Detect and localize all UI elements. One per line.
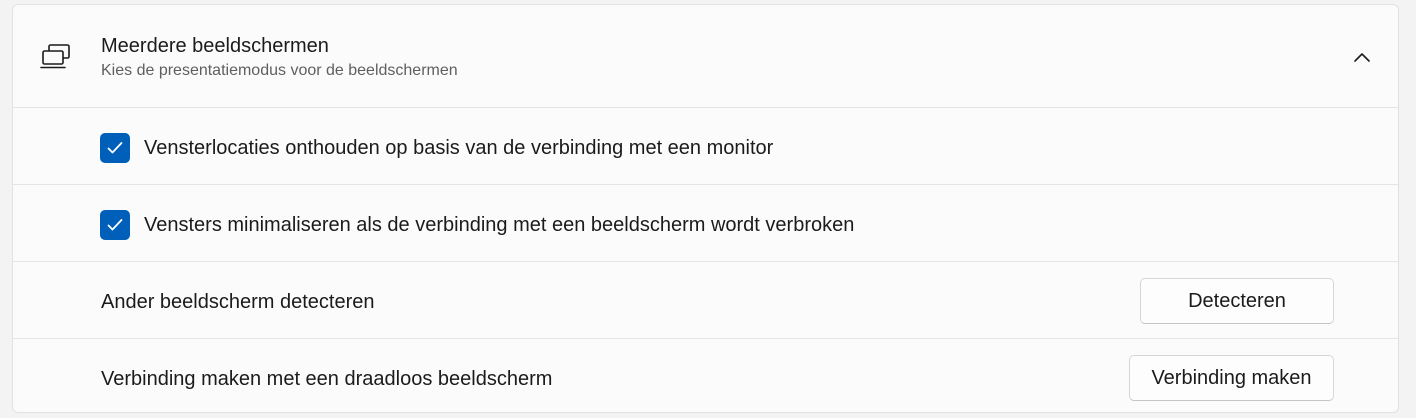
wireless-display-label: Verbinding maken met een draadloos beeld… xyxy=(101,368,553,390)
detect-display-label: Ander beeldscherm detecteren xyxy=(101,291,375,313)
wireless-display-row: Verbinding maken met een draadloos beeld… xyxy=(13,338,1398,412)
chevron-up-icon[interactable] xyxy=(1352,47,1372,67)
detect-button[interactable]: Detecteren xyxy=(1140,278,1334,324)
connect-button[interactable]: Verbinding maken xyxy=(1129,355,1334,401)
minimize-windows-checkbox[interactable] xyxy=(100,210,130,240)
minimize-windows-label[interactable]: Vensters minimaliseren als de verbinding… xyxy=(144,214,854,237)
section-title: Meerdere beeldschermen xyxy=(101,35,329,57)
remember-window-locations-label[interactable]: Vensterlocaties onthouden op basis van d… xyxy=(144,137,773,160)
remember-window-locations-row: Vensterlocaties onthouden op basis van d… xyxy=(13,107,1398,184)
minimize-windows-row: Vensters minimaliseren als de verbinding… xyxy=(13,184,1398,261)
multiple-displays-card: Meerdere beeldschermen Kies de presentat… xyxy=(12,4,1399,413)
remember-window-locations-checkbox[interactable] xyxy=(100,133,130,163)
multiple-displays-header[interactable]: Meerdere beeldschermen Kies de presentat… xyxy=(13,5,1398,107)
detect-display-row: Ander beeldscherm detecteren Detecteren xyxy=(13,261,1398,338)
section-subtitle: Kies de presentatiemodus voor de beeldsc… xyxy=(101,62,458,79)
multiple-monitors-icon xyxy=(40,43,72,71)
